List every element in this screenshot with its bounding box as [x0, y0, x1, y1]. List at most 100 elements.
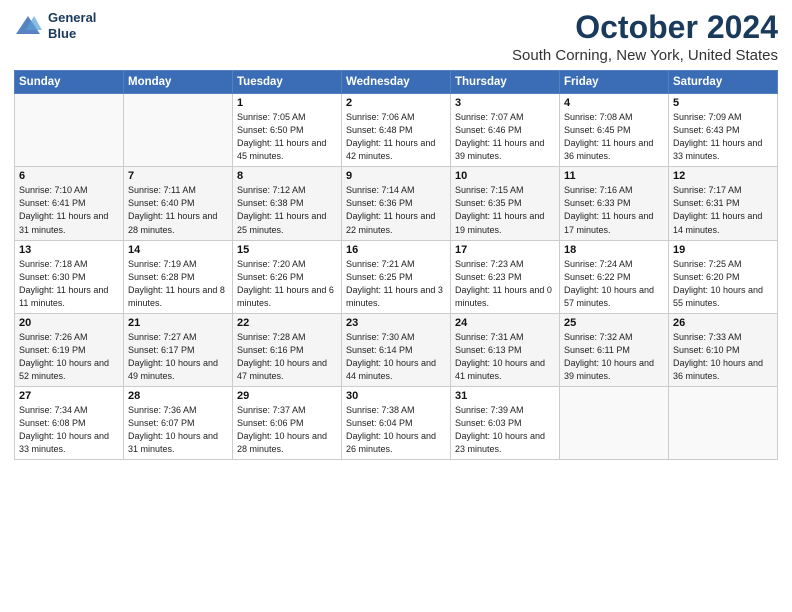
day-info: Sunrise: 7:31 AMSunset: 6:13 PMDaylight:… — [455, 331, 555, 383]
calendar-table: SundayMondayTuesdayWednesdayThursdayFrid… — [14, 70, 778, 460]
location-title: South Corning, New York, United States — [512, 47, 778, 64]
calendar-cell: 8 Sunrise: 7:12 AMSunset: 6:38 PMDaylight… — [233, 167, 342, 240]
logo-text: General Blue — [48, 10, 96, 41]
calendar-cell: 27Sunrise: 7:34 AMSunset: 6:08 PMDayligh… — [15, 386, 124, 459]
day-info: Sunrise: 7:10 AMSunset: 6:41 PMDaylight:… — [19, 184, 119, 236]
day-info: Sunrise: 7:07 AMSunset: 6:46 PMDaylight:… — [455, 111, 555, 163]
calendar-cell: 24 Sunrise: 7:31 AMSunset: 6:13 PMDayligh… — [451, 313, 560, 386]
day-header-saturday: Saturday — [669, 71, 778, 94]
month-title: October 2024 — [512, 10, 778, 45]
calendar-cell: 22 Sunrise: 7:28 AMSunset: 6:16 PMDayligh… — [233, 313, 342, 386]
day-number: 5 — [673, 97, 773, 109]
calendar-cell: 4 Sunrise: 7:08 AMSunset: 6:45 PMDaylight… — [560, 94, 669, 167]
day-number: 28 — [128, 390, 228, 402]
calendar-cell: 11 Sunrise: 7:16 AMSunset: 6:33 PMDayligh… — [560, 167, 669, 240]
calendar-cell: 14 Sunrise: 7:19 AMSunset: 6:28 PMDayligh… — [124, 240, 233, 313]
day-number: 2 — [346, 97, 446, 109]
calendar-cell: 30Sunrise: 7:38 AMSunset: 6:04 PMDayligh… — [342, 386, 451, 459]
calendar-cell: 17Sunrise: 7:23 AMSunset: 6:23 PMDayligh… — [451, 240, 560, 313]
day-info: Sunrise: 7:16 AMSunset: 6:33 PMDaylight:… — [564, 184, 664, 236]
day-number: 19 — [673, 244, 773, 256]
title-block: October 2024 South Corning, New York, Un… — [512, 10, 778, 64]
calendar-cell: 10Sunrise: 7:15 AMSunset: 6:35 PMDayligh… — [451, 167, 560, 240]
calendar-cell: 23Sunrise: 7:30 AMSunset: 6:14 PMDayligh… — [342, 313, 451, 386]
day-number: 24 — [455, 317, 555, 329]
day-number: 30 — [346, 390, 446, 402]
day-info: Sunrise: 7:37 AMSunset: 6:06 PMDaylight:… — [237, 404, 337, 456]
calendar-cell: 9 Sunrise: 7:14 AMSunset: 6:36 PMDaylight… — [342, 167, 451, 240]
calendar-cell: 2 Sunrise: 7:06 AMSunset: 6:48 PMDaylight… — [342, 94, 451, 167]
calendar-cell: 25 Sunrise: 7:32 AMSunset: 6:11 PMDayligh… — [560, 313, 669, 386]
day-number: 17 — [455, 244, 555, 256]
calendar-cell: 31 Sunrise: 7:39 AMSunset: 6:03 PMDayligh… — [451, 386, 560, 459]
day-info: Sunrise: 7:24 AMSunset: 6:22 PMDaylight:… — [564, 258, 664, 310]
calendar-body: 1Sunrise: 7:05 AMSunset: 6:50 PMDaylight… — [15, 94, 778, 460]
day-info: Sunrise: 7:19 AMSunset: 6:28 PMDaylight:… — [128, 258, 228, 310]
calendar-cell: 28 Sunrise: 7:36 AMSunset: 6:07 PMDayligh… — [124, 386, 233, 459]
day-number: 26 — [673, 317, 773, 329]
day-number: 10 — [455, 170, 555, 182]
day-number: 12 — [673, 170, 773, 182]
day-number: 31 — [455, 390, 555, 402]
calendar-cell: 5 Sunrise: 7:09 AMSunset: 6:43 PMDaylight… — [669, 94, 778, 167]
day-info: Sunrise: 7:30 AMSunset: 6:14 PMDaylight:… — [346, 331, 446, 383]
day-info: Sunrise: 7:20 AMSunset: 6:26 PMDaylight:… — [237, 258, 337, 310]
day-header-friday: Friday — [560, 71, 669, 94]
day-header-sunday: Sunday — [15, 71, 124, 94]
day-number: 16 — [346, 244, 446, 256]
day-info: Sunrise: 7:11 AMSunset: 6:40 PMDaylight:… — [128, 184, 228, 236]
day-header-tuesday: Tuesday — [233, 71, 342, 94]
calendar-cell — [15, 94, 124, 167]
calendar-cell: 7Sunrise: 7:11 AMSunset: 6:40 PMDaylight… — [124, 167, 233, 240]
calendar-week-2: 6Sunrise: 7:10 AMSunset: 6:41 PMDaylight… — [15, 167, 778, 240]
day-number: 4 — [564, 97, 664, 109]
day-info: Sunrise: 7:18 AMSunset: 6:30 PMDaylight:… — [19, 258, 119, 310]
day-number: 22 — [237, 317, 337, 329]
calendar-cell: 6Sunrise: 7:10 AMSunset: 6:41 PMDaylight… — [15, 167, 124, 240]
day-header-wednesday: Wednesday — [342, 71, 451, 94]
day-number: 25 — [564, 317, 664, 329]
logo-line2: Blue — [48, 26, 96, 42]
day-number: 8 — [237, 170, 337, 182]
header: General Blue October 2024 South Corning,… — [14, 10, 778, 64]
day-info: Sunrise: 7:05 AMSunset: 6:50 PMDaylight:… — [237, 111, 337, 163]
day-number: 11 — [564, 170, 664, 182]
logo: General Blue — [14, 10, 96, 41]
day-info: Sunrise: 7:27 AMSunset: 6:17 PMDaylight:… — [128, 331, 228, 383]
calendar-cell — [669, 386, 778, 459]
calendar-cell: 29 Sunrise: 7:37 AMSunset: 6:06 PMDayligh… — [233, 386, 342, 459]
day-info: Sunrise: 7:39 AMSunset: 6:03 PMDaylight:… — [455, 404, 555, 456]
calendar-cell: 18Sunrise: 7:24 AMSunset: 6:22 PMDayligh… — [560, 240, 669, 313]
calendar-cell — [124, 94, 233, 167]
day-header-thursday: Thursday — [451, 71, 560, 94]
calendar-cell: 12 Sunrise: 7:17 AMSunset: 6:31 PMDayligh… — [669, 167, 778, 240]
day-info: Sunrise: 7:17 AMSunset: 6:31 PMDaylight:… — [673, 184, 773, 236]
day-number: 14 — [128, 244, 228, 256]
day-info: Sunrise: 7:36 AMSunset: 6:07 PMDaylight:… — [128, 404, 228, 456]
day-info: Sunrise: 7:09 AMSunset: 6:43 PMDaylight:… — [673, 111, 773, 163]
day-info: Sunrise: 7:28 AMSunset: 6:16 PMDaylight:… — [237, 331, 337, 383]
calendar-cell: 20Sunrise: 7:26 AMSunset: 6:19 PMDayligh… — [15, 313, 124, 386]
day-info: Sunrise: 7:14 AMSunset: 6:36 PMDaylight:… — [346, 184, 446, 236]
day-info: Sunrise: 7:26 AMSunset: 6:19 PMDaylight:… — [19, 331, 119, 383]
calendar-cell: 21 Sunrise: 7:27 AMSunset: 6:17 PMDayligh… — [124, 313, 233, 386]
day-info: Sunrise: 7:12 AMSunset: 6:38 PMDaylight:… — [237, 184, 337, 236]
day-info: Sunrise: 7:08 AMSunset: 6:45 PMDaylight:… — [564, 111, 664, 163]
day-info: Sunrise: 7:33 AMSunset: 6:10 PMDaylight:… — [673, 331, 773, 383]
calendar-week-3: 13Sunrise: 7:18 AMSunset: 6:30 PMDayligh… — [15, 240, 778, 313]
day-info: Sunrise: 7:34 AMSunset: 6:08 PMDaylight:… — [19, 404, 119, 456]
calendar-week-4: 20Sunrise: 7:26 AMSunset: 6:19 PMDayligh… — [15, 313, 778, 386]
day-number: 21 — [128, 317, 228, 329]
day-number: 9 — [346, 170, 446, 182]
day-info: Sunrise: 7:32 AMSunset: 6:11 PMDaylight:… — [564, 331, 664, 383]
day-number: 29 — [237, 390, 337, 402]
calendar-cell: 26 Sunrise: 7:33 AMSunset: 6:10 PMDayligh… — [669, 313, 778, 386]
day-info: Sunrise: 7:25 AMSunset: 6:20 PMDaylight:… — [673, 258, 773, 310]
calendar-week-1: 1Sunrise: 7:05 AMSunset: 6:50 PMDaylight… — [15, 94, 778, 167]
day-info: Sunrise: 7:06 AMSunset: 6:48 PMDaylight:… — [346, 111, 446, 163]
calendar-week-5: 27Sunrise: 7:34 AMSunset: 6:08 PMDayligh… — [15, 386, 778, 459]
calendar-page: General Blue October 2024 South Corning,… — [0, 0, 792, 612]
calendar-header-row: SundayMondayTuesdayWednesdayThursdayFrid… — [15, 71, 778, 94]
calendar-cell: 19 Sunrise: 7:25 AMSunset: 6:20 PMDayligh… — [669, 240, 778, 313]
calendar-cell: 13Sunrise: 7:18 AMSunset: 6:30 PMDayligh… — [15, 240, 124, 313]
